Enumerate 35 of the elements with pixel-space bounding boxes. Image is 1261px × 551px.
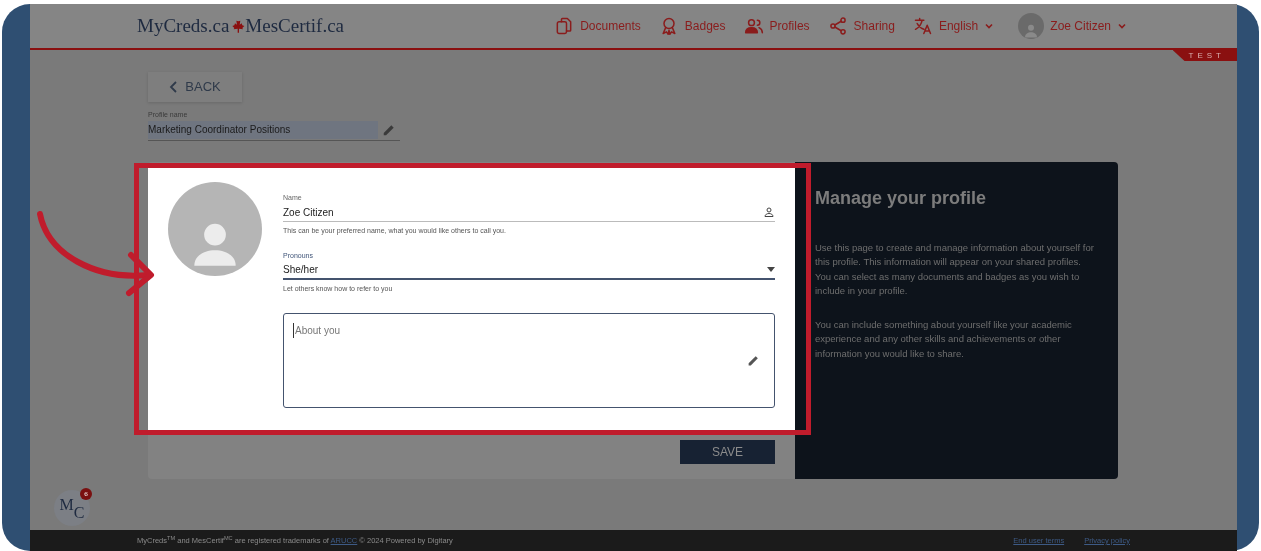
save-button[interactable]: SAVE [680,439,775,464]
panel-paragraph: You can include something about yourself like your academic experience and any other skills and achievements or other information you would like to share. [815,317,1073,361]
nav-link[interactable]: Documents [554,16,641,36]
field-value: Marketing Coordinator Positions [148,121,378,139]
logo-letter: M [59,497,74,513]
pencil-icon[interactable] [382,123,396,137]
logo-text[interactable]: MyCreds.ca [137,11,230,41]
logo-text[interactable]: MesCertif.ca [245,11,344,41]
translate-icon [912,16,933,36]
name-field[interactable]: Zoe Citizen [283,203,775,222]
environment-tag: TEST [1172,50,1237,61]
field-value: She/her [283,263,319,277]
chevron-down-icon [984,21,995,31]
user-menu[interactable]: Zoe Citizen [1018,13,1127,39]
person-icon [763,206,775,218]
chevron-down-icon [1117,21,1127,31]
panel-title: Manage your profile [815,186,988,210]
panel-paragraph: Use this page to create and manage information about yourself for this profile. This information will appear on your shared profiles. You can select as many documents and badges as you wish to include in your profile. [815,240,1095,298]
logo-letter: C [73,505,85,521]
people-icon [743,16,764,36]
nav-link[interactable]: Badges [658,16,726,36]
language-menu[interactable]: English [912,16,995,36]
share-icon [827,16,848,36]
pronouns-select[interactable]: She/her [283,261,775,280]
profile-name-field[interactable]: Marketing Coordinator Positions [148,120,400,141]
chevron-left-icon [169,81,180,93]
about-field[interactable]: About you [283,312,775,408]
field-value: Zoe Citizen [283,205,334,220]
back-button[interactable]: BACK [148,72,242,102]
pencil-icon [747,353,760,367]
placeholder-text: About you [293,322,341,338]
nav-link[interactable]: Sharing [827,16,895,36]
avatar-icon [1018,13,1045,39]
nav-link[interactable]: Profiles [743,16,810,36]
dropdown-arrow-icon [767,267,775,272]
